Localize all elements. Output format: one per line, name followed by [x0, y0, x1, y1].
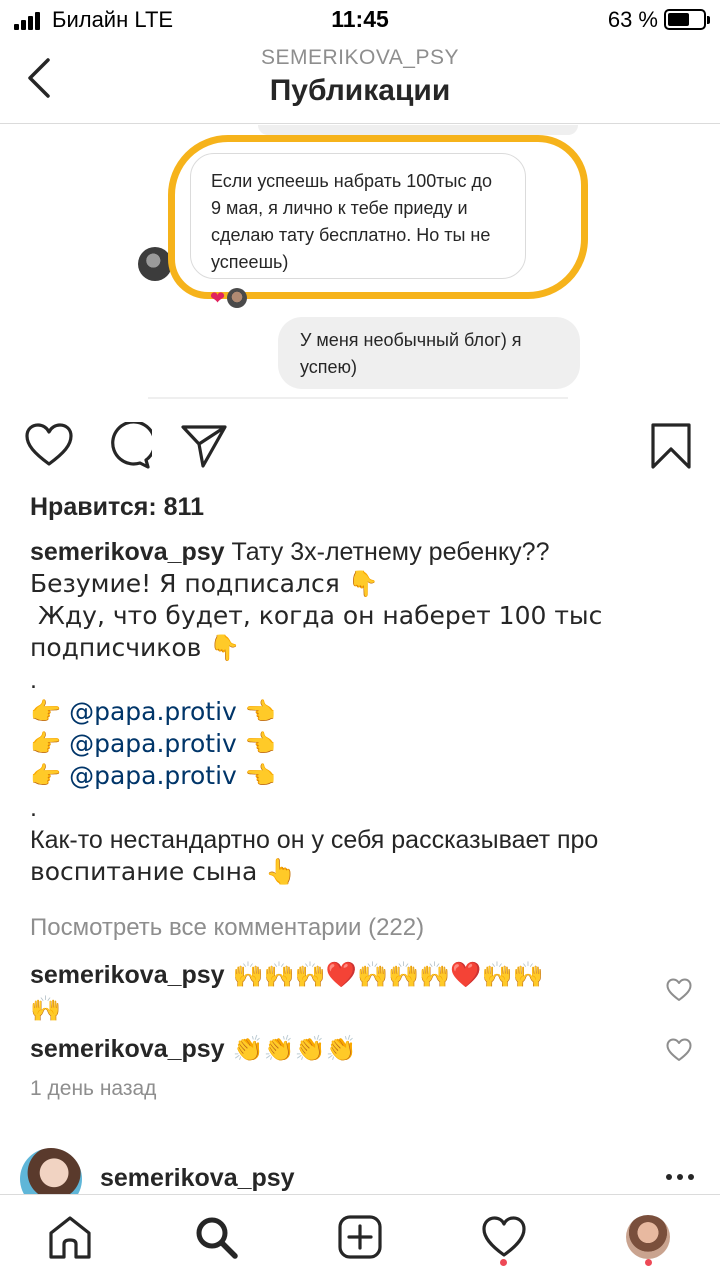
- comment-username[interactable]: semerikova_psy: [30, 1035, 225, 1063]
- point-left-icon: 👈: [236, 697, 276, 726]
- search-icon: [196, 1217, 238, 1259]
- comment-username[interactable]: semerikova_psy: [30, 961, 225, 989]
- likes-count[interactable]: Нравится: 811: [30, 493, 204, 522]
- comment-text: 👏👏👏👏: [224, 1034, 358, 1063]
- share-button[interactable]: [180, 422, 228, 470]
- tab-home[interactable]: [46, 1213, 94, 1261]
- comment-item: semerikova_psy 👏👏👏👏: [30, 1032, 650, 1066]
- tab-activity[interactable]: [480, 1213, 528, 1261]
- comment-text: 🙌: [30, 994, 62, 1023]
- heart-icon: [25, 423, 73, 466]
- point-right-icon: 👉: [30, 697, 70, 726]
- profile-username[interactable]: SEMERIKOVA_PSY: [0, 46, 720, 70]
- point-left-icon: 👈: [236, 729, 276, 758]
- heart-icon: [666, 978, 692, 1001]
- add-icon: [338, 1215, 382, 1259]
- more-options-icon[interactable]: [666, 1174, 694, 1180]
- caption-dot: .: [30, 794, 37, 822]
- post-actions: [0, 410, 720, 480]
- nav-header: SEMERIKOVA_PSY Публикации: [0, 40, 720, 124]
- tab-bar: [0, 1194, 720, 1280]
- previous-message-bubble: [258, 125, 578, 135]
- send-icon: [181, 425, 227, 468]
- caption-text: подписчиков 👇: [30, 633, 241, 662]
- comment-like-button[interactable]: [666, 1038, 692, 1062]
- home-icon: [49, 1216, 91, 1259]
- caption-username[interactable]: semerikova_psy: [30, 538, 225, 566]
- profile-icon: [626, 1215, 670, 1259]
- comment-button[interactable]: [104, 422, 152, 470]
- reactor-avatar: [227, 288, 248, 308]
- tab-add[interactable]: [336, 1213, 384, 1261]
- mention-link[interactable]: @papa.protiv: [69, 761, 237, 790]
- save-button[interactable]: [650, 422, 692, 470]
- caption-text: воспитание сына 👆: [30, 857, 297, 886]
- view-all-comments-link[interactable]: Посмотреть все комментарии (222): [30, 914, 424, 942]
- heart-icon: [666, 1038, 692, 1061]
- status-bar: Билайн LTE 11:45 63 %: [0, 0, 720, 40]
- message-reaction: ❤: [210, 287, 248, 309]
- caption-text: Безумие! Я подписался 👇: [30, 569, 379, 598]
- sender-avatar: [138, 247, 172, 281]
- activity-notification-dot: [500, 1259, 507, 1266]
- point-right-icon: 👉: [30, 729, 70, 758]
- post-timestamp: 1 день назад: [30, 1077, 157, 1100]
- heart-reaction-icon: ❤: [210, 288, 226, 308]
- tab-profile[interactable]: [624, 1213, 672, 1261]
- caption-text: Жду, что будет, когда он наберет 100 тыс: [30, 601, 603, 630]
- caption-text: Тату 3х-летнему ребенку??: [224, 538, 550, 566]
- like-button[interactable]: [24, 422, 74, 468]
- point-left-icon: 👈: [236, 761, 276, 790]
- outgoing-message: У меня необычный блог) я успею): [278, 317, 580, 389]
- caption: semerikova_psy Тату 3х-летнему ребенку??…: [30, 536, 690, 888]
- activity-icon: [482, 1216, 526, 1257]
- highlight-outline: [168, 135, 588, 299]
- next-post-header: semerikova_psy: [0, 1140, 720, 1210]
- battery-fill: [668, 13, 690, 26]
- caption-dot: .: [30, 666, 37, 694]
- battery-percent: 63 %: [607, 7, 658, 32]
- comment-icon: [111, 422, 152, 469]
- message-divider: [148, 397, 568, 399]
- battery-icon: [664, 9, 710, 30]
- profile-notification-dot: [645, 1259, 652, 1266]
- point-right-icon: 👉: [30, 761, 70, 790]
- comment-text: 🙌🙌🙌❤️🙌🙌🙌❤️🙌🙌: [224, 960, 544, 989]
- page-title: Публикации: [269, 74, 451, 107]
- bookmark-icon: [651, 423, 691, 469]
- comment-like-button[interactable]: [666, 978, 692, 1002]
- comment-item: semerikova_psy 🙌🙌🙌❤️🙌🙌🙌❤️🙌🙌 🙌: [30, 958, 650, 1026]
- post-image[interactable]: Если успеешь набрать 100тыс до 9 мая, я …: [0, 125, 720, 401]
- caption-text: Как-то нестандартно он у себя рассказыва…: [30, 826, 599, 854]
- mention-link[interactable]: @papa.protiv: [69, 697, 237, 726]
- next-post-username[interactable]: semerikova_psy: [100, 1164, 295, 1193]
- tab-search[interactable]: [192, 1213, 240, 1261]
- mention-link[interactable]: @papa.protiv: [69, 729, 237, 758]
